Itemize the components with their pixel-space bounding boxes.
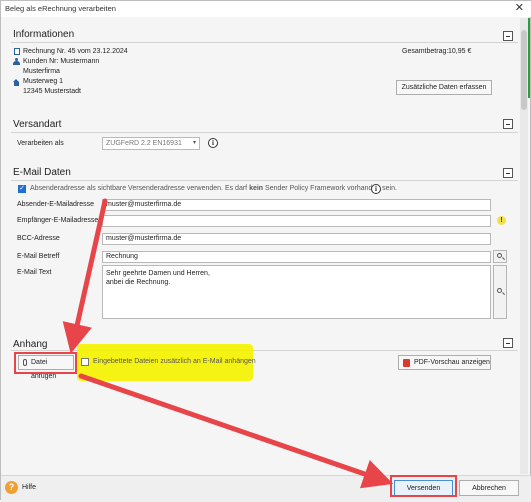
arrow-to-send-button [78, 373, 394, 489]
arrow-to-attach-button [62, 198, 108, 354]
annotation-arrows [62, 198, 394, 489]
dialog-window: Beleg als eRechnung verarbeiten ✕ Inform… [0, 0, 531, 502]
